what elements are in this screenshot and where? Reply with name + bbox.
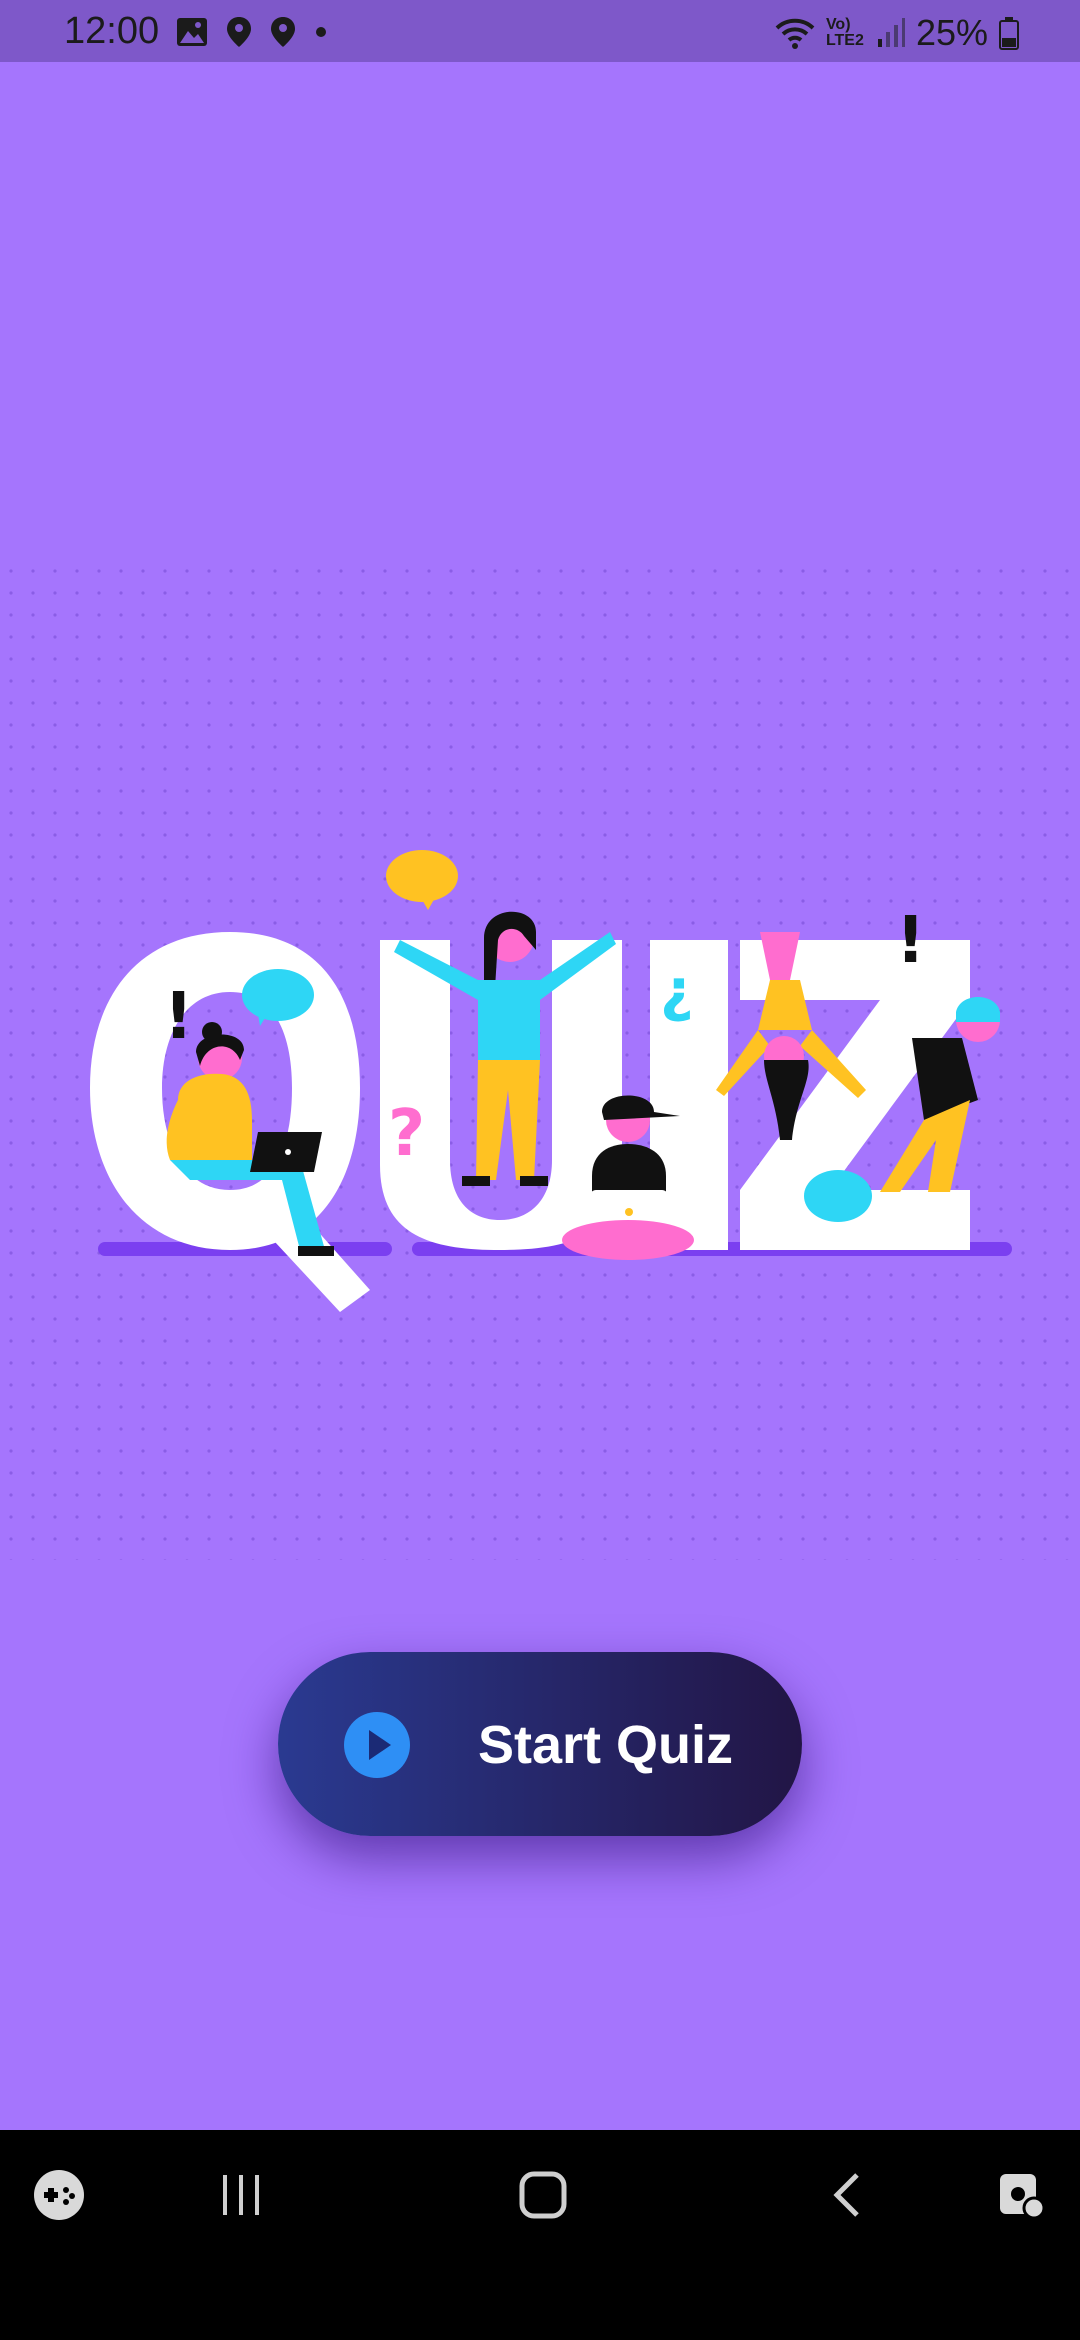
status-bar: 12:00 Vo) LTE2 25% xyxy=(0,0,1080,62)
start-quiz-label: Start Quiz xyxy=(478,1715,734,1775)
back-icon[interactable] xyxy=(816,2130,876,2260)
battery-percentage: 25% xyxy=(915,12,988,53)
location-icon xyxy=(271,17,295,47)
svg-text:!: ! xyxy=(164,980,193,1054)
start-quiz-button[interactable]: Start Quiz xyxy=(278,1652,802,1836)
recents-icon[interactable] xyxy=(206,2130,276,2260)
status-icons-right: Vo) LTE2 25% xyxy=(774,12,1020,54)
svg-text:?: ? xyxy=(388,1097,425,1171)
svg-text:¿: ¿ xyxy=(660,956,694,1024)
assistant-icon[interactable] xyxy=(988,2130,1054,2260)
home-icon[interactable] xyxy=(508,2130,578,2260)
svg-text:!: ! xyxy=(896,904,925,978)
navigation-bar xyxy=(0,2130,1080,2340)
battery-icon xyxy=(999,17,1019,50)
signal-icon xyxy=(877,18,905,47)
gallery-icon xyxy=(177,18,207,46)
play-icon xyxy=(344,1712,410,1778)
lte-icon: Vo) LTE2 xyxy=(825,16,864,49)
quiz-illustration-svg: ? ¿ ! ! xyxy=(0,560,1080,1560)
game-launcher-icon[interactable] xyxy=(26,2130,92,2260)
quiz-illustration: ? ¿ ! ! xyxy=(0,560,1080,1560)
wifi-icon xyxy=(775,18,815,49)
dot-icon xyxy=(316,27,326,37)
status-time: 12:00 xyxy=(64,10,160,52)
status-icons-left xyxy=(176,16,328,48)
location-icon xyxy=(227,17,251,47)
